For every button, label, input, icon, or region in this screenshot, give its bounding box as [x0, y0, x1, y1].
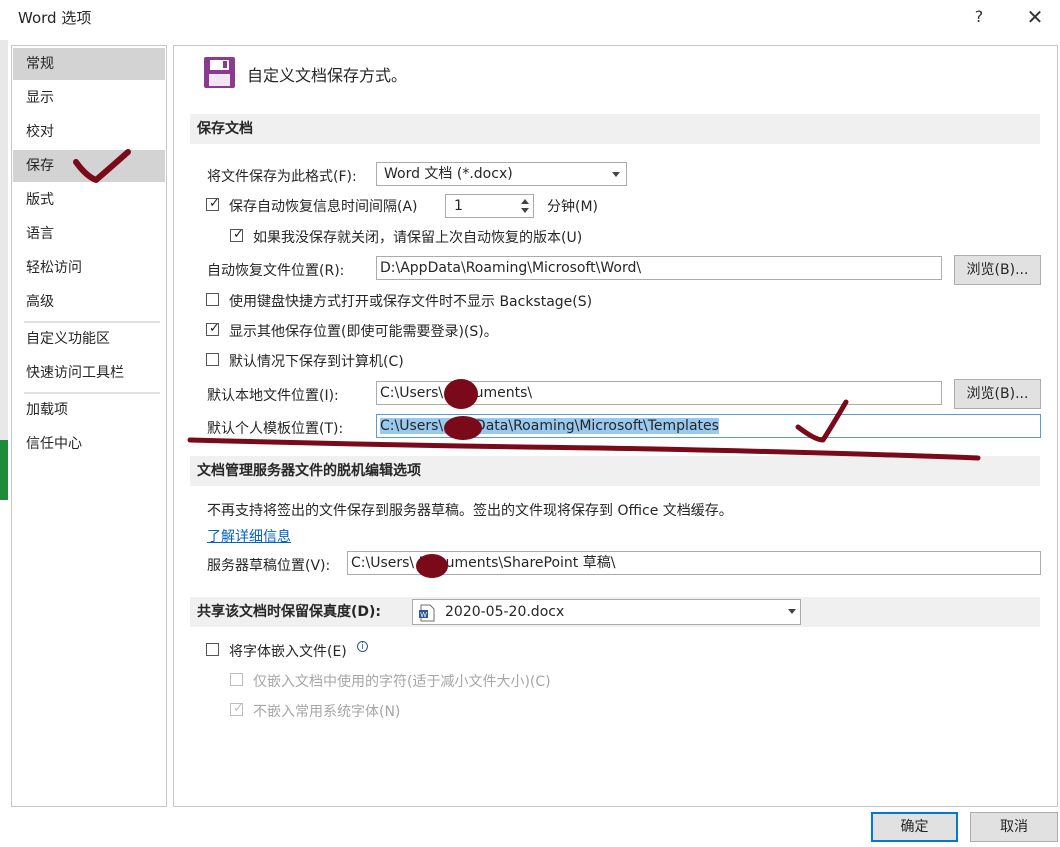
annotation-overlay [73, 149, 981, 578]
annotation-check-mark-nav [73, 149, 131, 183]
annotation-redaction-blob [444, 416, 482, 440]
annotation-underline-stroke [187, 437, 981, 461]
annotation-redaction-blob [416, 554, 448, 578]
annotation-check-mark-template [795, 399, 849, 443]
annotation-redaction-blob [444, 379, 478, 409]
